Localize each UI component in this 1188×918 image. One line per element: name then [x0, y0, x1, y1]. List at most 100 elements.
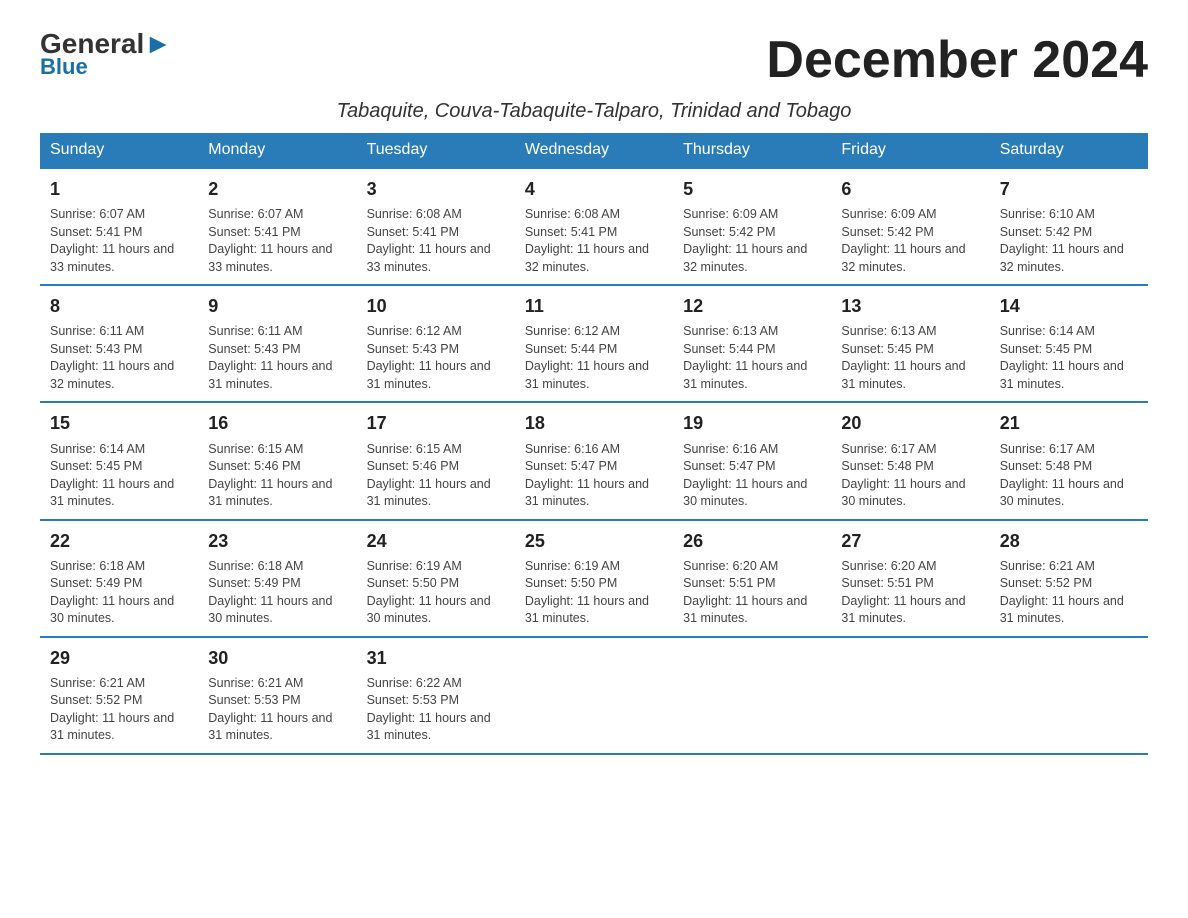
day-number: 24	[367, 529, 505, 554]
day-info: Sunrise: 6:20 AMSunset: 5:51 PMDaylight:…	[841, 558, 979, 628]
day-info: Sunrise: 6:11 AMSunset: 5:43 PMDaylight:…	[208, 323, 346, 393]
day-info: Sunrise: 6:07 AMSunset: 5:41 PMDaylight:…	[208, 206, 346, 276]
month-title: December 2024	[766, 30, 1148, 90]
week-row-1: 1 Sunrise: 6:07 AMSunset: 5:41 PMDaylight…	[40, 168, 1148, 285]
calendar-cell: 22Sunrise: 6:18 AMSunset: 5:49 PMDayligh…	[40, 520, 198, 637]
day-number: 12	[683, 294, 821, 319]
calendar-cell: 3 Sunrise: 6:08 AMSunset: 5:41 PMDaylight…	[357, 168, 515, 285]
day-info: Sunrise: 6:12 AMSunset: 5:44 PMDaylight:…	[525, 323, 663, 393]
day-info: Sunrise: 6:15 AMSunset: 5:46 PMDaylight:…	[208, 441, 346, 511]
day-info: Sunrise: 6:18 AMSunset: 5:49 PMDaylight:…	[208, 558, 346, 628]
weekday-header-tuesday: Tuesday	[357, 133, 515, 168]
day-number: 9	[208, 294, 346, 319]
day-number: 29	[50, 646, 188, 671]
calendar-cell: 17 Sunrise: 6:15 AMSunset: 5:46 PMDayligh…	[357, 402, 515, 519]
week-row-4: 22 Sunrise: 6:18 AMSunset: 5:49 PMDayligh…	[40, 520, 1148, 637]
day-number: 4	[525, 177, 663, 202]
week-row-3: 15 Sunrise: 6:14 AMSunset: 5:45 PMDayligh…	[40, 402, 1148, 519]
week-row-5: 29 Sunrise: 6:21 AMSunset: 5:52 PMDayligh…	[40, 637, 1148, 754]
calendar-cell	[515, 637, 673, 754]
day-number: 21	[1000, 411, 1138, 436]
day-info: Sunrise: 6:21 AMSunset: 5:52 PMDaylight:…	[1000, 558, 1138, 628]
day-number: 19	[683, 411, 821, 436]
day-info: Sunrise: 6:17 AMSunset: 5:48 PMDaylight:…	[841, 441, 979, 511]
logo: General► Blue	[40, 30, 172, 80]
calendar-cell	[831, 637, 989, 754]
day-info: Sunrise: 6:16 AMSunset: 5:47 PMDaylight:…	[525, 441, 663, 511]
day-info: Sunrise: 6:13 AMSunset: 5:45 PMDaylight:…	[841, 323, 979, 393]
weekday-header-sunday: Sunday	[40, 133, 198, 168]
calendar-cell: 2 Sunrise: 6:07 AMSunset: 5:41 PMDaylight…	[198, 168, 356, 285]
weekday-header-wednesday: Wednesday	[515, 133, 673, 168]
day-info: Sunrise: 6:19 AMSunset: 5:50 PMDaylight:…	[525, 558, 663, 628]
day-number: 27	[841, 529, 979, 554]
calendar-cell: 5Sunrise: 6:09 AMSunset: 5:42 PMDaylight…	[673, 168, 831, 285]
day-info: Sunrise: 6:22 AMSunset: 5:53 PMDaylight:…	[367, 675, 505, 745]
day-info: Sunrise: 6:17 AMSunset: 5:48 PMDaylight:…	[1000, 441, 1138, 511]
day-number: 17	[367, 411, 505, 436]
weekday-header-thursday: Thursday	[673, 133, 831, 168]
calendar-cell: 25 Sunrise: 6:19 AMSunset: 5:50 PMDayligh…	[515, 520, 673, 637]
calendar-cell: 8 Sunrise: 6:11 AMSunset: 5:43 PMDaylight…	[40, 285, 198, 402]
day-info: Sunrise: 6:13 AMSunset: 5:44 PMDaylight:…	[683, 323, 821, 393]
day-number: 10	[367, 294, 505, 319]
day-info: Sunrise: 6:09 AMSunset: 5:42 PMDaylight:…	[841, 206, 979, 276]
day-info: Sunrise: 6:20 AMSunset: 5:51 PMDaylight:…	[683, 558, 821, 628]
calendar-cell: 20 Sunrise: 6:17 AMSunset: 5:48 PMDayligh…	[831, 402, 989, 519]
calendar-table: SundayMondayTuesdayWednesdayThursdayFrid…	[40, 133, 1148, 755]
day-number: 28	[1000, 529, 1138, 554]
day-info: Sunrise: 6:12 AMSunset: 5:43 PMDaylight:…	[367, 323, 505, 393]
location-title: Tabaquite, Couva-Tabaquite-Talparo, Trin…	[40, 100, 1148, 123]
day-number: 22	[50, 529, 188, 554]
calendar-cell: 24 Sunrise: 6:19 AMSunset: 5:50 PMDayligh…	[357, 520, 515, 637]
day-number: 11	[525, 294, 663, 319]
calendar-cell: 29 Sunrise: 6:21 AMSunset: 5:52 PMDayligh…	[40, 637, 198, 754]
day-info: Sunrise: 6:21 AMSunset: 5:52 PMDaylight:…	[50, 675, 188, 745]
day-number: 8	[50, 294, 188, 319]
calendar-cell: 26 Sunrise: 6:20 AMSunset: 5:51 PMDayligh…	[673, 520, 831, 637]
calendar-cell: 27 Sunrise: 6:20 AMSunset: 5:51 PMDayligh…	[831, 520, 989, 637]
calendar-cell: 9 Sunrise: 6:11 AMSunset: 5:43 PMDaylight…	[198, 285, 356, 402]
day-number: 30	[208, 646, 346, 671]
calendar-cell: 31Sunrise: 6:22 AMSunset: 5:53 PMDayligh…	[357, 637, 515, 754]
calendar-cell: 13 Sunrise: 6:13 AMSunset: 5:45 PMDayligh…	[831, 285, 989, 402]
calendar-cell: 1 Sunrise: 6:07 AMSunset: 5:41 PMDaylight…	[40, 168, 198, 285]
day-info: Sunrise: 6:15 AMSunset: 5:46 PMDaylight:…	[367, 441, 505, 511]
day-number: 1	[50, 177, 188, 202]
day-number: 20	[841, 411, 979, 436]
day-number: 16	[208, 411, 346, 436]
calendar-cell: 10 Sunrise: 6:12 AMSunset: 5:43 PMDayligh…	[357, 285, 515, 402]
calendar-cell: 11 Sunrise: 6:12 AMSunset: 5:44 PMDayligh…	[515, 285, 673, 402]
calendar-cell: 14Sunrise: 6:14 AMSunset: 5:45 PMDayligh…	[990, 285, 1148, 402]
day-number: 13	[841, 294, 979, 319]
day-info: Sunrise: 6:14 AMSunset: 5:45 PMDaylight:…	[50, 441, 188, 511]
weekday-header-friday: Friday	[831, 133, 989, 168]
day-number: 14	[1000, 294, 1138, 319]
day-number: 26	[683, 529, 821, 554]
day-info: Sunrise: 6:19 AMSunset: 5:50 PMDaylight:…	[367, 558, 505, 628]
calendar-cell: 4 Sunrise: 6:08 AMSunset: 5:41 PMDaylight…	[515, 168, 673, 285]
calendar-cell: 6 Sunrise: 6:09 AMSunset: 5:42 PMDaylight…	[831, 168, 989, 285]
day-number: 3	[367, 177, 505, 202]
day-info: Sunrise: 6:16 AMSunset: 5:47 PMDaylight:…	[683, 441, 821, 511]
day-info: Sunrise: 6:08 AMSunset: 5:41 PMDaylight:…	[525, 206, 663, 276]
day-number: 2	[208, 177, 346, 202]
day-number: 25	[525, 529, 663, 554]
week-row-2: 8 Sunrise: 6:11 AMSunset: 5:43 PMDaylight…	[40, 285, 1148, 402]
calendar-cell	[673, 637, 831, 754]
calendar-cell: 16 Sunrise: 6:15 AMSunset: 5:46 PMDayligh…	[198, 402, 356, 519]
calendar-cell	[990, 637, 1148, 754]
day-info: Sunrise: 6:07 AMSunset: 5:41 PMDaylight:…	[50, 206, 188, 276]
day-info: Sunrise: 6:21 AMSunset: 5:53 PMDaylight:…	[208, 675, 346, 745]
day-info: Sunrise: 6:10 AMSunset: 5:42 PMDaylight:…	[1000, 206, 1138, 276]
weekday-header-monday: Monday	[198, 133, 356, 168]
day-number: 6	[841, 177, 979, 202]
calendar-cell: 28 Sunrise: 6:21 AMSunset: 5:52 PMDayligh…	[990, 520, 1148, 637]
day-info: Sunrise: 6:08 AMSunset: 5:41 PMDaylight:…	[367, 206, 505, 276]
calendar-cell: 7Sunrise: 6:10 AMSunset: 5:42 PMDaylight…	[990, 168, 1148, 285]
day-info: Sunrise: 6:11 AMSunset: 5:43 PMDaylight:…	[50, 323, 188, 393]
calendar-cell: 30 Sunrise: 6:21 AMSunset: 5:53 PMDayligh…	[198, 637, 356, 754]
day-number: 18	[525, 411, 663, 436]
day-number: 15	[50, 411, 188, 436]
day-number: 23	[208, 529, 346, 554]
